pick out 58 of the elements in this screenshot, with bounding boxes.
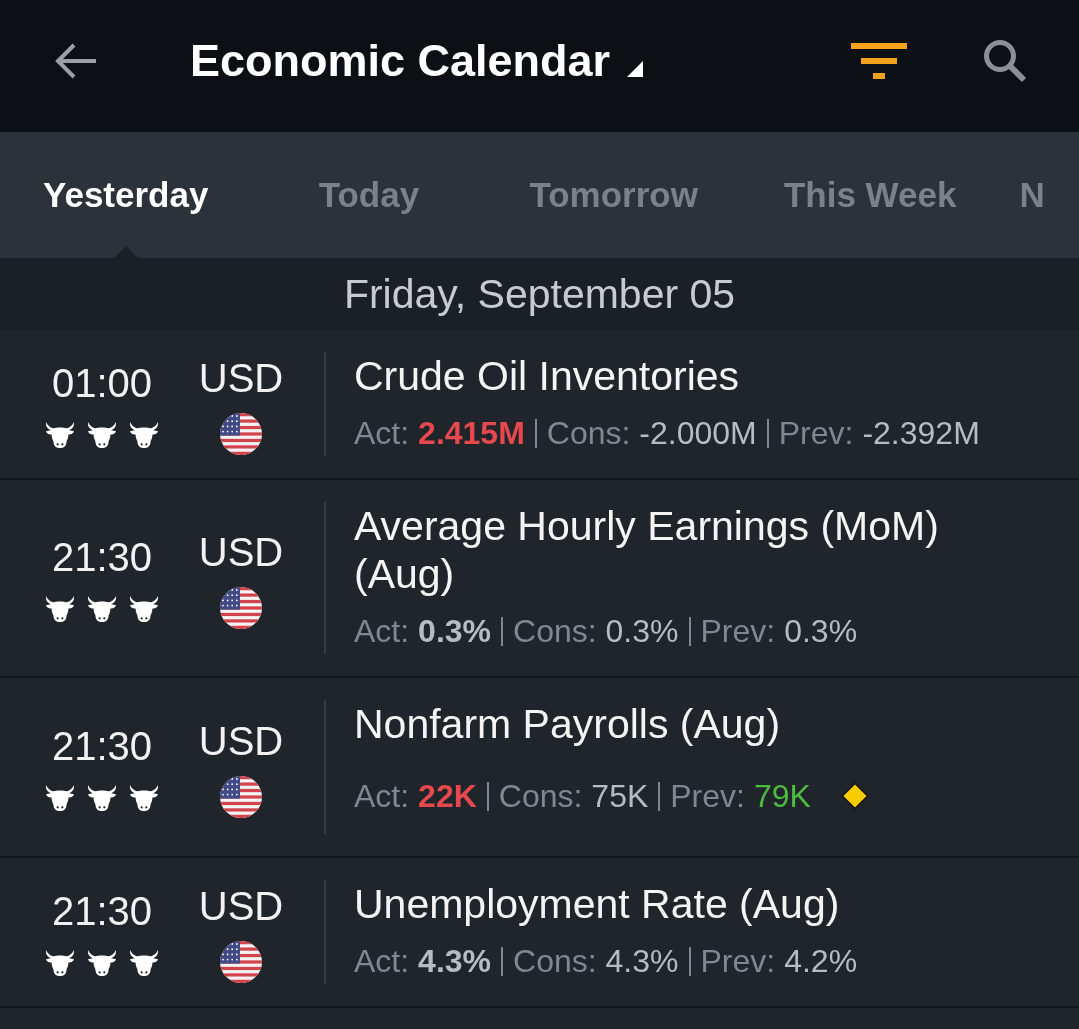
flag-icon [220,940,262,983]
figure-value: 22K [418,777,477,815]
figure-label: Prev: [700,612,776,650]
figure-value: 79K [753,777,811,815]
figure-label: Act: [354,414,410,452]
flag-icon [220,412,262,455]
figure-value: 2.415M [418,414,525,452]
caret-icon[interactable] [627,61,644,77]
event-time: 21:30 [51,888,153,935]
event-time: 01:00 [51,360,153,407]
flag-icon [220,775,262,818]
figure-label: Cons: [498,777,583,815]
event-title: Average Hourly Earnings (MoM) (Aug) [354,502,940,598]
figure-value: 0.3% [784,612,858,650]
bull-icon [85,595,119,623]
figure-value: -2.000M [639,414,757,452]
event-time: 21:30 [51,723,153,770]
event-title: Nonfarm Payrolls (Aug) [354,700,782,748]
figure-value: 4.3% [418,942,491,980]
figure-value: 0.3% [418,612,491,650]
bull-icon [43,784,77,812]
figure-value: -2.392M [862,414,980,452]
figure-value: 75K [591,777,649,815]
bull-icon [85,949,119,977]
figure-label: Cons: [513,942,597,980]
figure-value: 0.3% [605,612,679,650]
figure-label: Prev: [670,777,745,815]
figure-label: Prev: [700,942,776,980]
figure-label: Act: [354,777,410,815]
event-title: Crude Oil Inventories [354,352,741,400]
bull-icon [85,784,119,812]
back-arrow-icon[interactable] [53,42,97,80]
flag-icon [220,586,262,629]
event-time: 21:30 [51,534,153,581]
screen-title: Economic Calendar [190,35,611,87]
bull-icon [127,421,161,449]
bull-icon [85,421,119,449]
bull-icon [43,421,77,449]
bull-icon [43,949,77,977]
figure-label: Cons: [513,612,597,650]
figure-label: Act: [354,942,410,980]
search-icon[interactable] [982,38,1028,84]
figure-label: Prev: [778,414,854,452]
figure-label: Act: [354,612,410,650]
currency-code: USD [198,717,284,765]
figure-value: 4.2% [784,942,858,980]
filter-icon[interactable] [851,43,907,79]
currency-code: USD [198,882,284,930]
date-heading: Friday, September 05 [343,270,736,318]
currency-code: USD [198,528,284,576]
event-title: Unemployment Rate (Aug) [354,880,841,928]
bull-icon [127,595,161,623]
currency-code: USD [198,354,284,402]
bull-icon [127,784,161,812]
bull-icon [43,595,77,623]
figure-value: 4.3% [605,942,679,980]
figure-label: Cons: [546,414,631,452]
bull-icon [127,949,161,977]
